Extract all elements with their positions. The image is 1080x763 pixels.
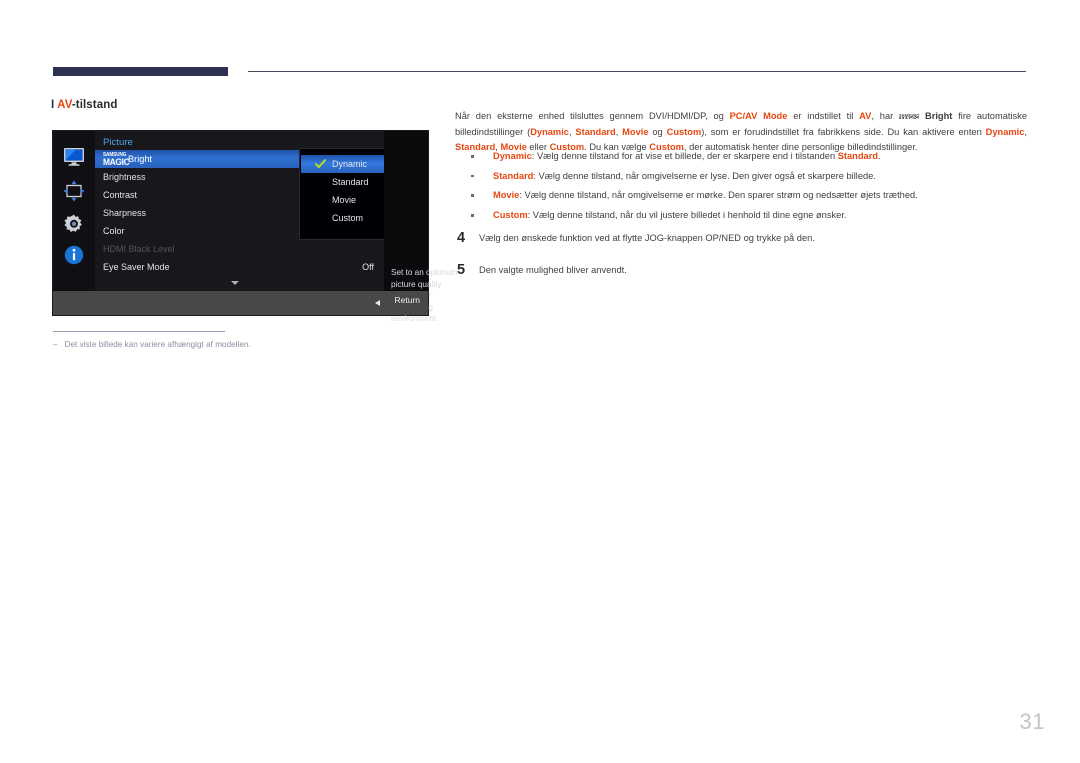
mode-bullet-text: Vælg denne tilstand, når omgivelserne er… <box>524 190 918 201</box>
step-text: Den valgte mulighed bliver anvendt. <box>479 265 627 275</box>
intro-b6: Movie <box>622 126 649 137</box>
step-number: 4 <box>457 230 466 246</box>
chevron-down-icon[interactable] <box>231 281 239 285</box>
mode-bullet-item: Standard: Vælg denne tilstand, når omgiv… <box>465 170 1027 182</box>
osd-menu-item-label: Bright <box>128 154 153 164</box>
step-list: 4 Vælg den ønskede funktion ved at flytte… <box>455 230 1027 294</box>
mode-bullet-text-tail: . <box>878 151 881 161</box>
footnote-text: Det viste billede kan variere afhængigt … <box>64 340 251 349</box>
intro-t7: og <box>648 126 667 137</box>
mode-bullet-term: Custom <box>493 210 528 221</box>
page-title: I AV-tilstand <box>51 99 117 111</box>
mode-bullet-item: Movie: Vælg denne tilstand, når omgivels… <box>465 189 1027 201</box>
osd-menu-item-label: HDMI Black Level <box>103 243 175 254</box>
mode-bullet-item: Custom: Vælg denne tilstand, når du vil … <box>465 209 1027 221</box>
samsung-magic-logo: SAMSUNG MAGIC <box>899 109 925 119</box>
osd-menu-item-value: Off <box>362 261 374 272</box>
mode-bullet-text: Vælg denne tilstand for at vise et bille… <box>536 151 838 161</box>
osd-dropdown-option-label: Custom <box>332 212 364 223</box>
step-item: 4 Vælg den ønskede funktion ved at flytte… <box>455 230 1027 262</box>
page-number: 31 <box>1019 709 1045 734</box>
osd-menu-panel: Picture SAMSUNG MAGIC Bright Brightness Cont… <box>95 131 427 291</box>
return-arrow-icon[interactable] <box>375 300 380 306</box>
step-number: 5 <box>457 262 466 278</box>
osd-menu-item-label: Sharpness <box>103 207 147 218</box>
page-title-marker: I <box>51 99 55 111</box>
osd-menu-item: HDMI Black Level <box>95 240 384 258</box>
samsung-magic-mid: MAGIC <box>899 114 919 120</box>
footnote-dash: ‒ <box>53 340 58 349</box>
osd-dropdown-option-label: Dynamic <box>332 158 368 169</box>
body-content: Når den eksterne enhed tilsluttes gennem… <box>455 100 1027 278</box>
intro-b8: Dynamic <box>985 126 1025 137</box>
mode-bullet-list: Dynamic: Vælg denne tilstand for at vise… <box>465 150 1027 229</box>
footnote: ‒ Det viste billede kan variere afhængigt… <box>53 340 473 349</box>
header-rule-block <box>53 67 228 76</box>
intro-b1: PC/AV Mode <box>729 111 788 122</box>
intro-b7: Custom <box>666 126 702 137</box>
osd-menu-title: Picture <box>103 137 133 148</box>
intro-b5: Standard <box>575 126 616 137</box>
osd-bottom-bar: Return <box>53 291 428 315</box>
check-icon <box>315 159 326 169</box>
mode-bullet-item: Dynamic: Vælg denne tilstand for at vise… <box>465 150 1027 162</box>
osd-menu-item-label: Brightness <box>103 171 146 182</box>
screen-adjust-icon[interactable] <box>62 179 86 203</box>
osd-icon-sidebar <box>53 131 95 291</box>
osd-dropdown-option-label: Standard <box>332 176 369 187</box>
intro-b4: Dynamic <box>530 126 569 137</box>
gear-icon[interactable] <box>62 212 86 236</box>
mode-bullet-text: Vælg denne tilstand, når du vil justere … <box>532 210 847 221</box>
mode-bullet-term: Standard <box>493 170 534 181</box>
intro-t9: , <box>1024 126 1027 137</box>
step-item: 5 Den valgte mulighed bliver anvendt. <box>455 262 1027 294</box>
intro-b3: Bright <box>925 111 953 122</box>
osd-dropdown-option-label: Movie <box>332 194 357 205</box>
footnote-divider <box>53 331 225 332</box>
intro-t1: Når den eksterne enhed tilsluttes gennem… <box>455 111 730 122</box>
info-icon[interactable] <box>62 243 86 267</box>
page-title-rest: -tilstand <box>71 99 118 111</box>
osd-screenshot: Picture SAMSUNG MAGIC Bright Brightness Cont… <box>53 131 457 323</box>
samsung-magic-mid: MAGIC <box>103 156 130 167</box>
intro-t2: er indstillet til <box>787 111 860 122</box>
monitor-icon[interactable] <box>62 145 86 169</box>
mode-bullet-term: Movie <box>493 190 520 201</box>
osd-menu-item-label: Eye Saver Mode <box>103 261 170 272</box>
step-text: Vælg den ønskede funktion ved at flytte … <box>479 233 815 243</box>
osd-menu-item-label: Contrast <box>103 189 138 200</box>
page-title-accent: AV <box>57 99 72 111</box>
osd-menu-item[interactable]: Eye Saver Mode Off <box>95 258 384 276</box>
intro-b2: AV <box>859 111 872 122</box>
header-rule-line <box>248 71 1026 72</box>
intro-paragraph: Når den eksterne enhed tilsluttes gennem… <box>455 109 1027 155</box>
osd-menu-item-label: Color <box>103 225 125 236</box>
intro-t8: ), som er forudindstillet fra fabrikkens… <box>701 126 986 137</box>
intro-t3: , har <box>871 111 899 122</box>
mode-bullet-text: Vælg denne tilstand, når omgivelserne er… <box>538 170 876 181</box>
return-label[interactable]: Return <box>394 295 420 305</box>
mode-bullet-term-ref: Standard <box>837 151 879 161</box>
mode-bullet-term: Dynamic <box>493 151 532 161</box>
